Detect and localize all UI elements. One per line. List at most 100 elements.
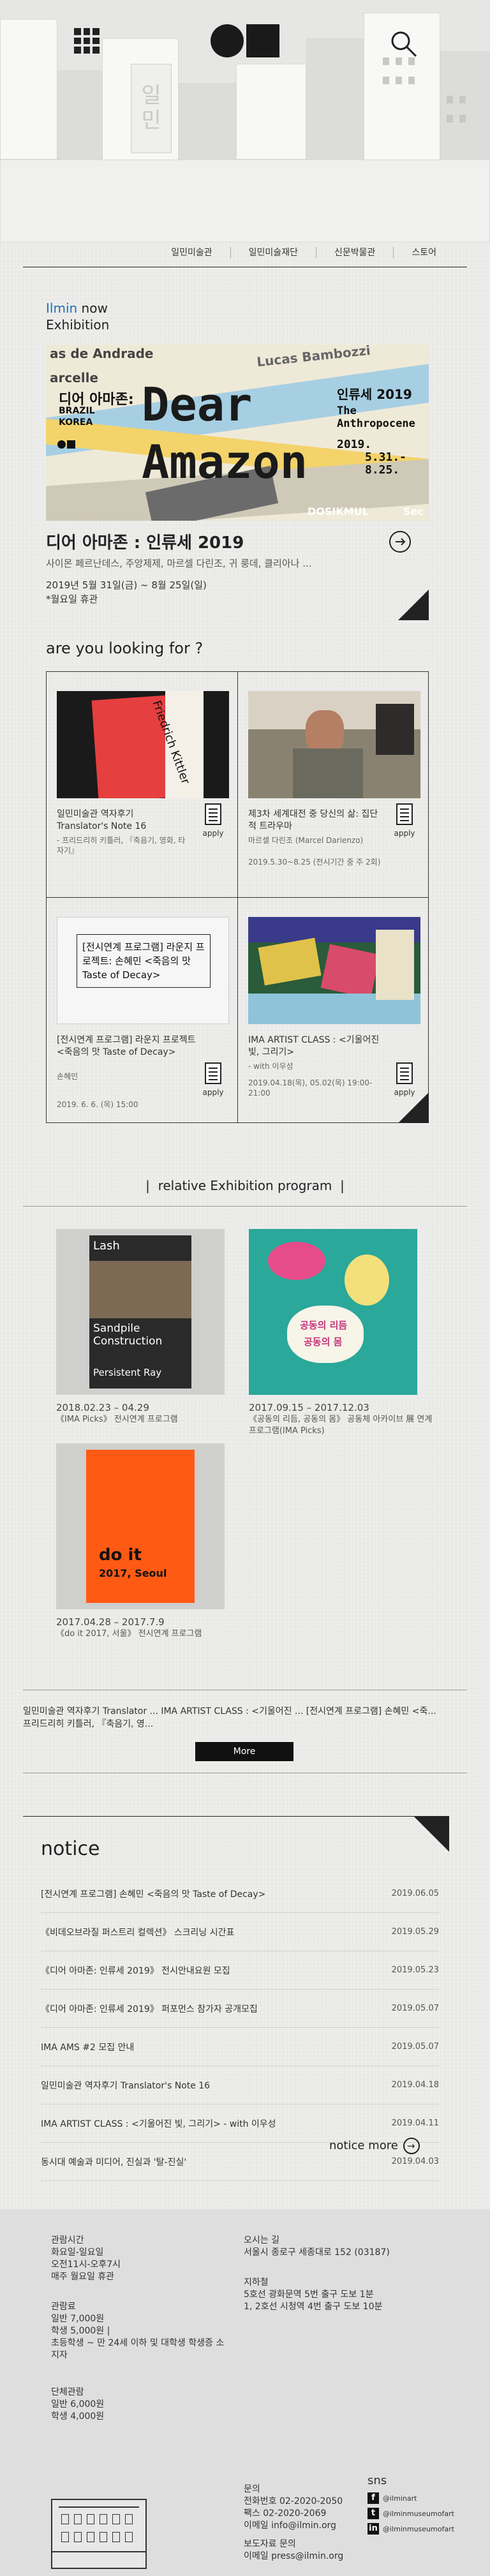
notice-row[interactable]: IMA ARTIST CLASS : <기울어진 빛, 그리기> - with … <box>41 2104 439 2143</box>
footer-text: 학생 5,000원 | <box>51 2326 110 2336</box>
logo[interactable] <box>211 24 279 57</box>
exhibition-title[interactable]: 디어 아마존 : 인류세 2019 <box>46 530 244 553</box>
banner-right-ko: 인류세 2019 <box>337 387 412 402</box>
more-button[interactable]: More <box>195 1742 293 1761</box>
hero-banner: 일 민 <box>0 0 490 242</box>
sns-linkedin[interactable]: in @ilminmuseumofart <box>368 2523 454 2535</box>
notice-row[interactable]: IMA AMS #2 모집 안내 2019.05.07 <box>41 2028 439 2066</box>
notice-date: 2019.05.23 <box>391 1965 439 1975</box>
apply-button[interactable]: apply <box>198 1062 228 1097</box>
notice-more-label: notice more <box>329 2139 398 2152</box>
banner-bg-word: Lucas Bambozzi <box>256 345 371 370</box>
search-icon[interactable] <box>388 28 419 59</box>
hero-sign: 일 민 <box>131 64 172 153</box>
notice-title: IMA AMS #2 모집 안내 <box>41 2042 135 2053</box>
footer-hours: 관람시간 화요일-일요일 오전11시-오후7시 매주 월요일 휴관 <box>51 2235 121 2283</box>
footer-text: 화요일-일요일 <box>51 2247 104 2258</box>
card-title: [전시연계 프로그램] 라운지 프로젝트 <죽음의 맛 Taste of Dec… <box>57 1035 196 1057</box>
footer-group: 단체관람 일반 6,000원 학생 4,000원 <box>51 2386 104 2423</box>
looking-for-heading: are you looking for ? <box>46 639 204 657</box>
card-desc: 마르셀 다린조 (Marcel Darienzo) <box>248 836 364 845</box>
nav-item-store[interactable]: 스토어 <box>393 247 454 258</box>
apply-button[interactable]: apply <box>390 1062 419 1097</box>
related-item[interactable]: Lash Sandpile Construction Persistent Ra… <box>56 1229 248 1426</box>
card-thumbnail <box>248 691 420 798</box>
related-date: 2018.02.23 – 04.29 <box>56 1402 149 1413</box>
related-heading-text: relative Exhibition program <box>158 1178 332 1193</box>
footer-contact: 문의 전화번호 02-2020-2050 팩스 02-2020-2069 이메일… <box>244 2483 343 2532</box>
card-lounge-project[interactable]: [전시연계 프로그램] 라운지 프로젝트: 손혜민 <죽음의 맛 Taste o… <box>47 898 237 1122</box>
banner-bg-word: as de Andrade <box>50 346 154 361</box>
exhibition-artists: 사이몬 페르난데스, 주앙제제, 마르셀 다린조, 귀 룽데, 클리아나 ... <box>46 558 312 569</box>
notice-row[interactable]: 일민미술관 역자후기 Translator's Note 16 2019.04.1… <box>41 2066 439 2104</box>
card-thumbnail <box>248 917 420 1024</box>
notice-row[interactable]: 《비데오브라질 퍼스트리 컬렉션》 스크리닝 시간표 2019.05.29 <box>41 1913 439 1951</box>
nav-item-newspaper-museum[interactable]: 신문박물관 <box>315 247 393 258</box>
apply-button[interactable]: apply <box>198 803 228 838</box>
notice-date: 2019.05.29 <box>391 1927 439 1937</box>
arrow-right-icon[interactable] <box>389 531 411 553</box>
poster-text: do it <box>99 1545 142 1565</box>
nav-item-foundation[interactable]: 일민미술재단 <box>230 247 316 258</box>
footer-text: 단체관람 <box>51 2387 84 2397</box>
exhibition-closed-note: *월요일 휴관 <box>46 593 98 605</box>
card-grid: Friedrich Kittler 일민미술관 역자후기 Translator'… <box>46 671 429 1123</box>
apply-button[interactable]: apply <box>390 803 419 838</box>
notice-title: 동시대 예술과 미디어, 진실과 '탈-진실' <box>41 2157 187 2168</box>
footer-text: 오전11시-오후7시 <box>51 2260 121 2270</box>
poster-text: Lash <box>93 1239 120 1253</box>
top-nav: 일민미술관 일민미술재단 신문박물관 스토어 <box>0 241 490 264</box>
poster-text: 공동의 리듬 <box>300 1320 348 1331</box>
footer-text: 매주 월요일 휴관 <box>51 2272 115 2282</box>
ticker-text: 일민미술관 역자후기 Translator ... IMA ARTIST CLA… <box>23 1706 436 1716</box>
now-label-exhibition: Exhibition <box>46 317 110 332</box>
notice-date: 2019.04.11 <box>391 2118 439 2128</box>
banner-right-anthropocene: Anthropocene <box>337 417 415 430</box>
card-thumb-text: [전시연계 프로그램] 라운지 프로젝트: 손혜민 <죽음의 맛 Taste o… <box>77 934 211 988</box>
card-title: 일민미술관 역자후기 Translator's Note 16 <box>57 808 191 833</box>
exhibition-banner[interactable]: as de Andrade Lucas Bambozzi arcelle DOS… <box>46 345 429 521</box>
notice-row[interactable]: [전시연계 프로그램] 손혜민 <죽음의 맛 Taste of Decay> 20… <box>41 1875 439 1913</box>
poster-text: Sandpile <box>93 1322 140 1335</box>
footer-text: 5호선 광화문역 5번 출구 도보 1분 <box>244 2289 374 2300</box>
grid-menu-icon[interactable] <box>74 28 100 54</box>
apply-label: apply <box>394 829 415 838</box>
card-meta: 2019.04.18(목), 05.02(목) 19:00-21:00 <box>248 1078 373 1098</box>
document-icon <box>396 803 413 825</box>
footer-fees: 관람료 일반 7,000원 학생 5,000원 | 초등학생 ~ 만 24세 이… <box>51 2301 224 2362</box>
sns-handle: @ilminmuseumofart <box>383 2524 454 2533</box>
footer-text: 관람시간 <box>51 2235 84 2245</box>
document-icon <box>205 1062 221 1084</box>
notice-more-link[interactable]: notice more <box>329 2138 420 2154</box>
card-thumbnail: [전시연계 프로그램] 라운지 프로젝트: 손혜민 <죽음의 맛 Taste o… <box>57 917 229 1024</box>
banner-right-date-2: 5.31.- <box>365 450 407 464</box>
linkedin-icon: in <box>368 2523 379 2535</box>
notice-row[interactable]: 《디어 아마존: 인류세 2019》 퍼포먼스 참가자 공개모집 2019.05.… <box>41 1990 439 2028</box>
sns-handle: @ilminart <box>383 2494 417 2503</box>
notice-title: 《비데오브라질 퍼스트리 컬렉션》 스크리닝 시간표 <box>41 1927 235 1938</box>
card-artist-class[interactable]: IMA ARTIST CLASS : <기울어진 빛, 그리기> - with … <box>238 898 428 1122</box>
related-date: 2017.04.28 – 2017.7.9 <box>56 1616 165 1628</box>
apply-label: apply <box>202 829 224 838</box>
poster-text: Construction <box>93 1335 163 1348</box>
notice-row[interactable]: 《디어 아마존: 인류세 2019》 전시안내요원 모집 2019.05.23 <box>41 1951 439 1990</box>
nav-item-museum[interactable]: 일민미술관 <box>153 247 230 258</box>
related-item[interactable]: do it 2017, Seoul 2017.04.28 – 2017.7.9 … <box>56 1443 248 1640</box>
card-meta: 2019.5.30~8.25 (전시기간 중 주 2회) <box>248 858 381 867</box>
card-thumbnail: Friedrich Kittler <box>57 691 229 798</box>
related-item[interactable]: 공동의 리듬 공동의 몸 2017.09.15 – 2017.12.03 《공동… <box>249 1229 440 1437</box>
card-translators-note[interactable]: Friedrich Kittler 일민미술관 역자후기 Translator'… <box>47 672 237 897</box>
twitter-icon: t <box>368 2508 379 2519</box>
sns-twitter[interactable]: t @ilminmuseumofart <box>368 2508 454 2519</box>
sns-facebook[interactable]: f @ilminart <box>368 2492 454 2504</box>
facebook-icon: f <box>368 2492 379 2504</box>
banner-title-amazon: Amazon <box>142 435 308 489</box>
corner-triangle <box>398 1092 429 1123</box>
related-poster: Lash Sandpile Construction Persistent Ra… <box>56 1229 225 1395</box>
card-world-war[interactable]: 제3차 세계대전 중 당신의 삶: 집단적 트라우마 마르셀 다린조 (Marc… <box>238 672 428 897</box>
related-program-heading: | relative Exhibition program | <box>145 1178 345 1193</box>
footer-text: 서울시 종로구 세종대로 152 (03187) <box>244 2247 390 2258</box>
ticker[interactable]: 일민미술관 역자후기 Translator ... IMA ARTIST CLA… <box>23 1705 467 1731</box>
sns-list: f @ilminart t @ilminmuseumofart in @ilminmu… <box>368 2492 454 2538</box>
footer-subway: 지하철 5호선 광화문역 5번 출구 도보 1분 1, 2호선 시청역 4번 출… <box>244 2277 382 2313</box>
